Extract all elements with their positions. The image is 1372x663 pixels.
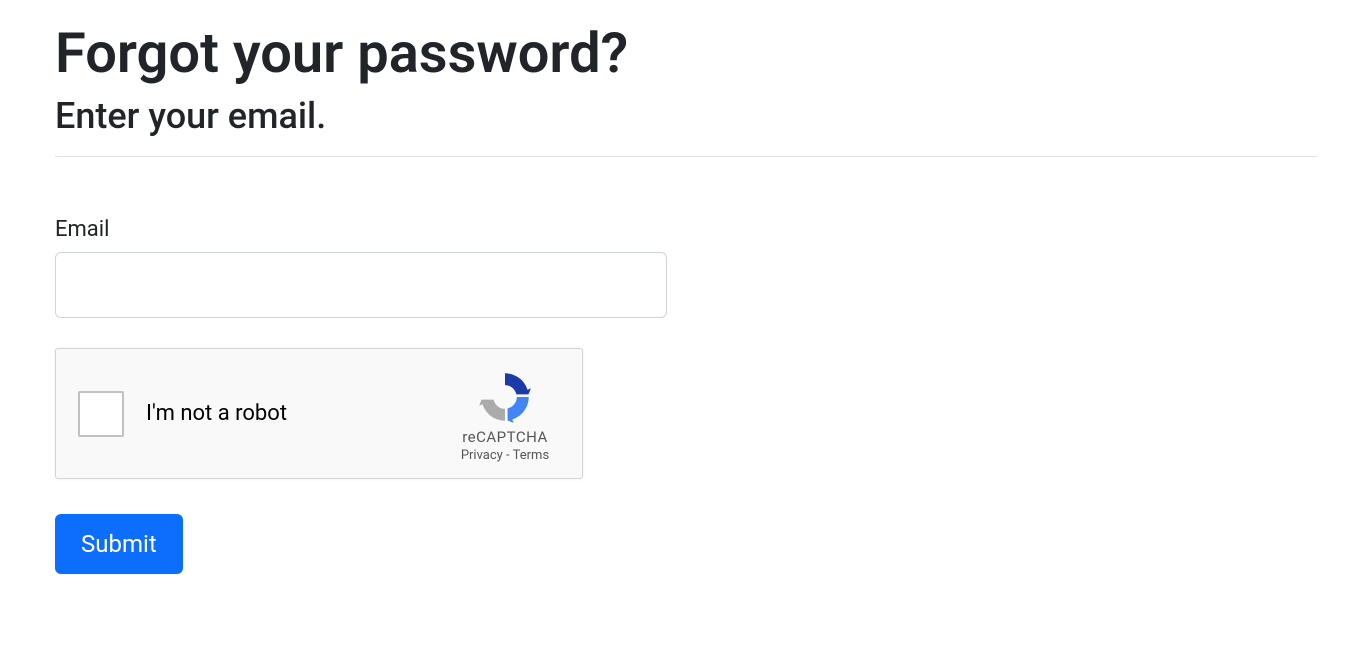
recaptcha-privacy-link[interactable]: Privacy	[461, 448, 503, 463]
recaptcha-label: I'm not a robot	[146, 401, 450, 426]
submit-button[interactable]: Submit	[55, 514, 183, 574]
recaptcha-links: Privacy - Terms	[461, 448, 549, 463]
email-label: Email	[55, 217, 1317, 242]
recaptcha-widget: I'm not a robot reCAPTCHA Privacy - Term…	[55, 348, 583, 479]
recaptcha-badge: reCAPTCHA Privacy - Terms	[450, 364, 560, 463]
recaptcha-icon	[478, 370, 532, 424]
recaptcha-terms-link[interactable]: Terms	[513, 448, 550, 463]
recaptcha-separator: -	[503, 448, 513, 463]
page-subtitle: Enter your email.	[55, 95, 1317, 138]
page-title: Forgot your password?	[55, 20, 1317, 87]
email-field[interactable]	[55, 252, 667, 318]
recaptcha-checkbox[interactable]	[78, 391, 124, 437]
recaptcha-brand: reCAPTCHA	[462, 428, 548, 446]
divider	[55, 156, 1317, 157]
